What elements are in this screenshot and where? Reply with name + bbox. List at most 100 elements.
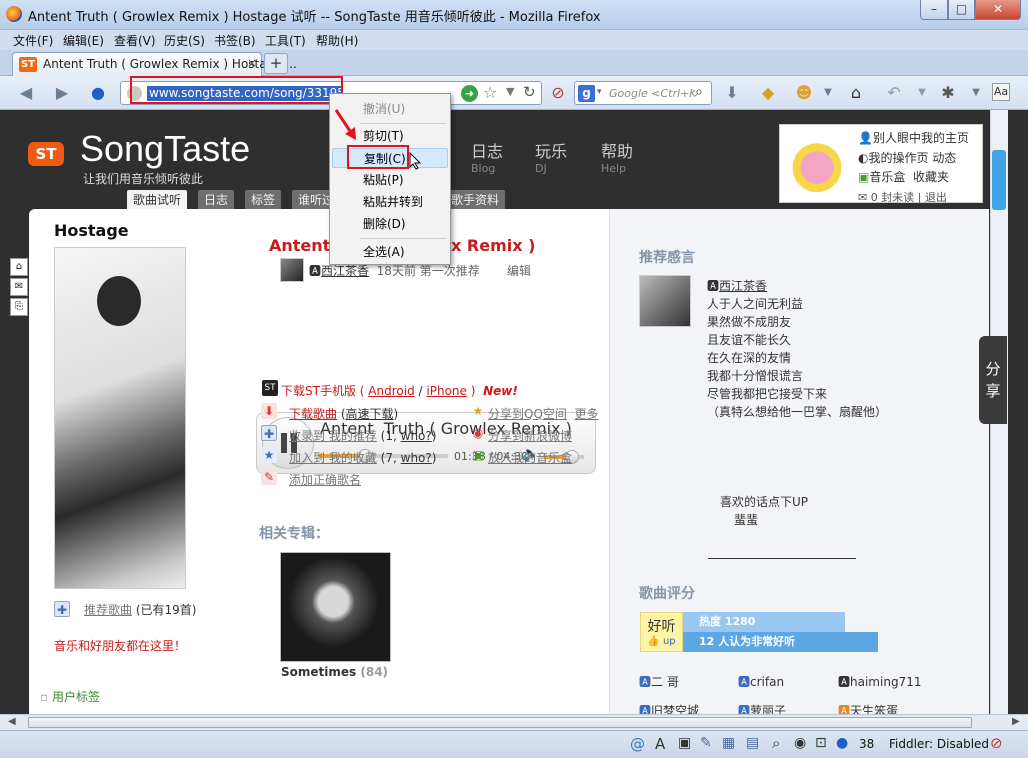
download-icon[interactable]: ⬇ — [722, 83, 742, 103]
bookmark-star-icon[interactable]: ☆ — [483, 83, 497, 102]
mobile-download-label[interactable]: 下载ST手机版 — [281, 384, 356, 398]
download-arrow-icon[interactable]: ⬇ — [261, 403, 277, 419]
user-ops-link[interactable]: 我的操作页 — [868, 151, 928, 165]
android-link[interactable]: Android — [368, 384, 414, 398]
menu-delete[interactable]: 删除(D) — [332, 214, 448, 234]
reply-dropdown-icon[interactable]: ▼ — [912, 83, 932, 103]
greasemonkey-icon[interactable]: ☻ — [794, 83, 814, 103]
download-song-link[interactable]: 下载歌曲 — [289, 407, 337, 421]
menu-history[interactable]: 历史(S) — [164, 32, 205, 49]
home-icon[interactable]: ⌂ — [846, 83, 866, 103]
tab-songtaste[interactable]: ST Antent Truth ( Growlex Remix ) Hostag… — [12, 52, 297, 76]
side-mail-icon[interactable]: ✉ — [10, 278, 28, 296]
site-logo-text[interactable]: SongTaste — [80, 128, 250, 170]
back-icon[interactable]: ◀ — [16, 83, 36, 103]
screenshot-icon[interactable]: ⊡ — [815, 735, 827, 751]
who-favorites-link[interactable]: who? — [401, 451, 432, 465]
horizontal-scroll-thumb[interactable] — [28, 717, 972, 728]
engine-dropdown-icon[interactable]: ▾ — [597, 87, 602, 97]
nav-help[interactable]: 帮助 Help — [601, 138, 633, 175]
adblock-icon[interactable]: ⊘ — [548, 83, 568, 103]
home-globe-icon[interactable]: ● — [88, 83, 108, 103]
collect-add-icon[interactable]: ✚ — [261, 425, 277, 441]
minimize-button[interactable]: – — [920, 0, 948, 20]
share-weibo-link[interactable]: 分享到新浪微博 — [488, 427, 572, 444]
menu-help[interactable]: 帮助(H) — [316, 32, 358, 49]
side-home-icon[interactable]: ⌂ — [10, 258, 28, 276]
reader-icon[interactable]: Aa — [992, 83, 1010, 101]
horizontal-scrollbar[interactable]: ◀ ▶ — [0, 714, 1028, 730]
new-tab-button[interactable]: + — [264, 53, 288, 74]
tab-close-icon[interactable]: × — [247, 56, 257, 70]
logout-link[interactable]: 退出 — [925, 191, 947, 204]
more-share-link[interactable]: 更多 — [575, 407, 599, 421]
listener-1[interactable]: 🅰二 哥 — [639, 673, 679, 690]
listener-5[interactable]: 🅰萝丽子 — [738, 702, 786, 714]
url-dropdown-icon[interactable]: ▼ — [506, 85, 514, 98]
add-musicbox-link[interactable]: 放入我的音乐盒 — [488, 449, 572, 466]
user-tags-link[interactable]: 用户标签 — [52, 690, 100, 704]
recommender-link[interactable]: 西江茶香 — [321, 264, 369, 278]
globe-status-icon[interactable]: ● — [836, 735, 848, 751]
recommend-songs-link[interactable]: 推荐歌曲 — [84, 603, 132, 617]
favorite-star-icon[interactable]: ★ — [261, 447, 277, 463]
search-engine-icon[interactable]: g — [578, 85, 595, 102]
magnifier-icon[interactable]: ⌕ — [772, 734, 780, 752]
listener-3[interactable]: 🅰haiming711 — [838, 673, 921, 690]
maximize-button[interactable]: □ — [948, 0, 975, 20]
addon-icon[interactable]: ◆ — [758, 83, 778, 103]
fiddler-status[interactable]: Fiddler: Disabled — [889, 737, 989, 751]
menu-select-all[interactable]: 全选(A) — [332, 242, 448, 262]
go-icon[interactable]: ➜ — [461, 85, 478, 102]
listener-2[interactable]: 🅰crifan — [738, 673, 784, 690]
layout-icon[interactable]: ▤ — [746, 735, 759, 751]
at-icon[interactable]: @ — [630, 735, 645, 753]
user-feed-link[interactable]: 动态 — [932, 151, 956, 165]
rec-user-link[interactable]: 西江茶香 — [719, 279, 767, 293]
block-icon[interactable]: ⊘ — [990, 734, 1003, 752]
menu-paste[interactable]: 粘贴(P) — [332, 170, 448, 190]
search-icon[interactable]: ⌕ — [695, 84, 703, 100]
promo-text[interactable]: 音乐和好朋友都在这里！ — [54, 637, 186, 654]
rating-good-box[interactable]: 好听 👍 up — [640, 612, 683, 652]
edit-link[interactable]: 编辑 — [507, 262, 531, 279]
tab-song-listen[interactable]: 歌曲试听 — [127, 190, 188, 210]
search-input[interactable]: Google <Ctrl+K> — [609, 87, 695, 100]
user-fav-link[interactable]: 收藏夹 — [913, 170, 949, 184]
listener-4[interactable]: 🅰旧梦空城 — [639, 702, 699, 714]
page-icon[interactable]: ▣ — [678, 735, 691, 751]
side-copy-icon[interactable]: ⎘ — [10, 298, 28, 316]
tab-blog[interactable]: 日志 — [198, 190, 235, 210]
addon-dropdown-icon[interactable]: ▼ — [818, 83, 838, 103]
font-icon[interactable]: A — [655, 735, 665, 753]
add-to-recommend-link[interactable]: 收录到 我的推荐 — [289, 429, 377, 443]
recommend-add-icon[interactable]: ✚ — [54, 601, 70, 617]
add-to-favorites-link[interactable]: 加入到 我的收藏 — [289, 451, 377, 465]
menu-paste-and-go[interactable]: 粘贴并转到 — [332, 192, 448, 212]
edit-pencil-icon[interactable]: ✎ — [261, 469, 277, 485]
correct-name-link[interactable]: 添加正确歌名 — [289, 471, 361, 488]
camera-icon[interactable]: ◉ — [794, 735, 806, 751]
tab-artist-info[interactable]: 歌手资料 — [445, 190, 506, 210]
share-qq-link[interactable]: 分享到QQ空间 — [488, 407, 567, 421]
song-cover-image[interactable] — [54, 247, 186, 589]
menu-tools[interactable]: 工具(T) — [265, 32, 306, 49]
menu-file[interactable]: 文件(F) — [13, 32, 53, 49]
reply-icon[interactable]: ↶ — [884, 83, 904, 103]
unread-messages[interactable]: 0 封未读 — [871, 191, 915, 204]
album-cover[interactable] — [280, 552, 391, 662]
firebug-dropdown-icon[interactable]: ▼ — [966, 83, 986, 103]
user-homepage-link[interactable]: 别人眼中我的主页 — [873, 131, 969, 145]
user-avatar[interactable] — [782, 127, 852, 201]
vertical-scroll-thumb[interactable] — [992, 150, 1006, 210]
musicbox-add-icon[interactable]: ▣ — [470, 447, 486, 463]
menu-edit[interactable]: 编辑(E) — [63, 32, 104, 49]
songtaste-logo-badge[interactable]: ST — [28, 142, 64, 166]
weibo-icon[interactable]: ◉ — [470, 425, 486, 441]
share-side-tab[interactable]: 分享 — [979, 336, 1007, 424]
nav-blog[interactable]: 日志 Blog — [471, 138, 503, 175]
menu-bookmarks[interactable]: 书签(B) — [214, 32, 256, 49]
tools-icon[interactable]: ✎ — [700, 735, 712, 751]
recommender-avatar[interactable] — [280, 258, 304, 282]
menu-view[interactable]: 查看(V) — [114, 32, 156, 49]
